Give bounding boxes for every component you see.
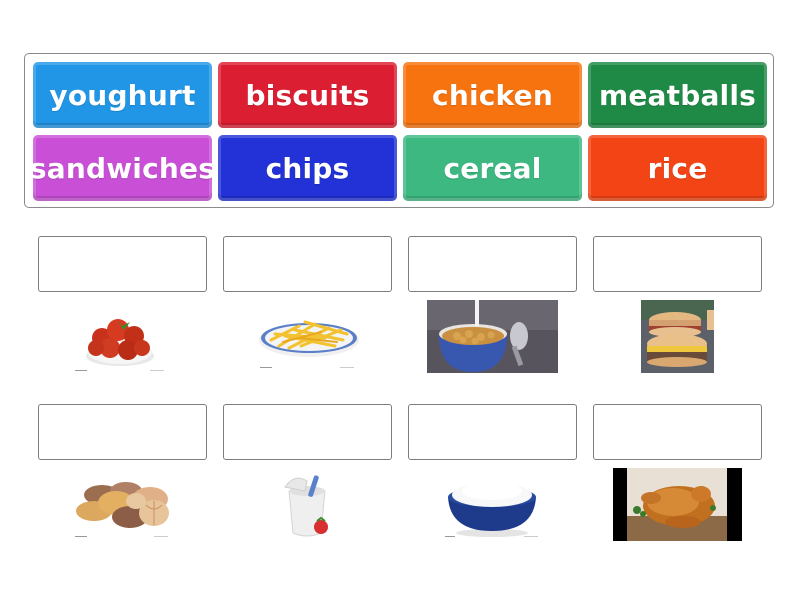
tile-chicken[interactable]: chicken [403,62,582,128]
drop-slot-6[interactable] [223,404,392,460]
tile-label: chicken [432,78,553,112]
tile-cereal[interactable]: cereal [403,135,582,201]
biscuits-image [70,469,176,543]
tile-label: biscuits [245,78,370,112]
sandwiches-image [641,300,714,373]
drop-slot-1[interactable] [38,236,207,292]
drop-slot-8[interactable] [593,404,762,460]
drop-slot-7[interactable] [408,404,577,460]
tile-label: sandwiches [33,151,212,185]
chips-image [255,300,363,374]
tile-sandwiches[interactable]: sandwiches [33,135,212,201]
drop-slot-5[interactable] [38,404,207,460]
rice-image [440,469,542,543]
tile-label: cereal [443,151,542,185]
tile-label: youghurt [49,78,196,112]
tile-rice[interactable]: rice [588,135,767,201]
meatballs-image [72,300,172,374]
tile-youghurt[interactable]: youghurt [33,62,212,128]
tile-biscuits[interactable]: biscuits [218,62,397,128]
tile-meatballs[interactable]: meatballs [588,62,767,128]
chicken-image [613,468,742,541]
tile-label: rice [647,151,708,185]
drop-slot-3[interactable] [408,236,577,292]
tile-label: meatballs [598,78,757,112]
drop-slot-2[interactable] [223,236,392,292]
cereal-image [427,300,558,373]
yoghurt-image [277,469,337,543]
tile-chips[interactable]: chips [218,135,397,201]
tile-label: chips [265,151,350,185]
drop-slot-4[interactable] [593,236,762,292]
